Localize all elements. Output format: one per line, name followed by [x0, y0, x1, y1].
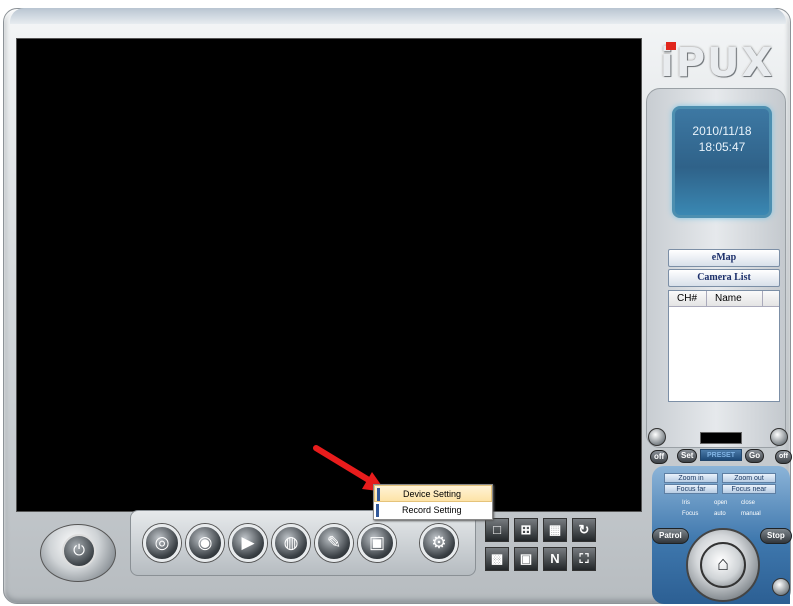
playback-icon[interactable]: ▶ — [229, 524, 267, 562]
context-menu: Device Setting Record Setting — [373, 484, 493, 520]
home-icon[interactable]: ⌂ — [700, 542, 746, 588]
camera-search-icon[interactable]: ◍ — [272, 524, 310, 562]
menu-item-marker — [377, 488, 380, 501]
menu-item-device-setting[interactable]: Device Setting — [374, 485, 492, 502]
preset-label: PRESET — [700, 449, 742, 461]
expand-icon[interactable]: ⛶ — [572, 547, 596, 571]
window-top-strip — [10, 8, 786, 24]
column-header-name[interactable]: Name — [707, 291, 763, 306]
menu-item-marker — [376, 504, 379, 517]
iris-open-button[interactable]: open — [714, 500, 727, 506]
focus-auto-button[interactable]: auto — [714, 511, 726, 517]
patrol-button[interactable]: Patrol — [652, 528, 689, 544]
clock-display: 2010/11/18 18:05:47 — [672, 106, 772, 218]
preset-go-button[interactable]: Go — [745, 449, 765, 463]
menu-item-label: Record Setting — [402, 505, 462, 515]
preset-set-button[interactable]: Set — [677, 449, 698, 463]
focus-label: Focus — [682, 511, 699, 517]
camera-list-header: CH# Name — [669, 291, 779, 307]
menu-item-record-setting[interactable]: Record Setting — [374, 502, 492, 519]
clock-time: 18:05:47 — [698, 140, 746, 154]
rotate-icon[interactable]: ↻ — [572, 518, 596, 542]
view-eye-icon[interactable]: ◉ — [186, 524, 224, 562]
settings-gear-icon[interactable]: ⚙ — [420, 524, 458, 562]
column-header-ch[interactable]: CH# — [669, 291, 707, 306]
focus-near-button[interactable]: Focus near — [722, 484, 776, 494]
layout-1-icon[interactable]: □ — [485, 518, 509, 542]
camera-list-table[interactable]: CH# Name — [668, 290, 780, 402]
iris-label: Iris — [682, 500, 690, 506]
zoom-minus-icon[interactable] — [772, 578, 790, 596]
focus-manual-button[interactable]: manual — [741, 511, 761, 517]
power-icon[interactable]: ⏻ — [62, 534, 96, 568]
layout-n-icon[interactable]: N — [543, 547, 567, 571]
layout-16-icon[interactable]: ▩ — [485, 547, 509, 571]
preset-number-box[interactable] — [700, 432, 742, 444]
fullscreen-icon[interactable]: ▣ — [514, 547, 538, 571]
zoom-in-button[interactable]: Zoom in — [664, 473, 718, 483]
layout-9-icon[interactable]: ▦ — [543, 518, 567, 542]
clock-date: 2010/11/18 — [692, 124, 752, 138]
speaker-icon[interactable] — [770, 428, 788, 446]
record-device-icon[interactable]: ▣ — [358, 524, 396, 562]
focus-far-button[interactable]: Focus far — [664, 484, 718, 494]
ptz-left-knob[interactable] — [648, 428, 666, 446]
mic-off-button[interactable]: off — [650, 450, 669, 464]
edit-pencil-icon[interactable]: ✎ — [315, 524, 353, 562]
layout-4-icon[interactable]: ⊞ — [514, 518, 538, 542]
stop-button[interactable]: Stop — [760, 528, 792, 544]
zoom-out-button[interactable]: Zoom out — [722, 473, 776, 483]
menu-item-label: Device Setting — [403, 489, 462, 499]
camera-list-button[interactable]: Camera List — [668, 269, 780, 287]
iris-close-button[interactable]: close — [741, 500, 755, 506]
live-view-icon[interactable]: ◎ — [143, 524, 181, 562]
brand-logo: iPUX — [660, 40, 775, 86]
emap-button[interactable]: eMap — [668, 249, 780, 267]
video-display[interactable] — [16, 38, 642, 512]
speaker-off-button[interactable]: off — [775, 450, 792, 464]
